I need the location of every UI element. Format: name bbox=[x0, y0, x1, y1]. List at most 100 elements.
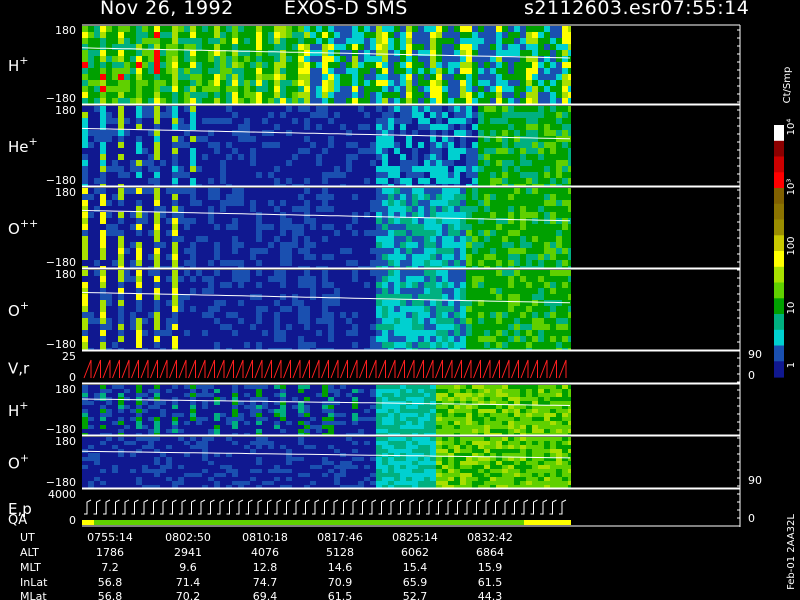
ephemeris-cell: 6864 bbox=[476, 546, 504, 559]
ephemeris-cell: 71.4 bbox=[176, 576, 201, 589]
ephemeris-row-label: MLT bbox=[20, 561, 41, 574]
panel-3: O++180−180 bbox=[8, 186, 740, 269]
ephemeris-cell: 7.2 bbox=[101, 561, 119, 574]
ephemeris-cell: 69.4 bbox=[253, 590, 278, 600]
colorbar-swatch bbox=[774, 282, 784, 299]
panel-1: H+180−180 bbox=[8, 24, 740, 105]
ephemeris-cell: 56.8 bbox=[98, 576, 123, 589]
ephemeris-table: UT ALT MLT InLatMLat 0755:14 1786 7.2 56.856.8 0… bbox=[20, 531, 513, 600]
spectrogram-cells bbox=[82, 270, 571, 350]
colorbar-tick-label: 100 bbox=[786, 236, 797, 255]
panel-ymax-label: 180 bbox=[55, 186, 76, 199]
colorbar-swatch bbox=[774, 156, 784, 173]
ephemeris-cell: 9.6 bbox=[179, 561, 197, 574]
ephemeris-cell: 61.5 bbox=[478, 576, 503, 589]
spectrogram-chart: 10⁴10³100101Ct/SmpH+180−180He+180−180O++… bbox=[8, 24, 797, 600]
colorbar-swatch bbox=[774, 235, 784, 252]
ephemeris-cell: 15.4 bbox=[403, 561, 428, 574]
colorbar-swatch bbox=[774, 203, 784, 221]
panel-ymax-label: 180 bbox=[55, 104, 76, 117]
ephemeris-cell: 70.9 bbox=[328, 576, 353, 589]
colorbar-swatch bbox=[774, 298, 784, 315]
colorbar-tick-label: 10³ bbox=[786, 179, 797, 196]
spectrogram-cells bbox=[82, 106, 571, 186]
ephemeris-cell: 1786 bbox=[96, 546, 124, 559]
panel-2: He+180−180 bbox=[8, 104, 740, 187]
colorbar-swatch bbox=[774, 345, 784, 362]
panel-species-label: O++ bbox=[8, 217, 38, 238]
ephemeris-cell: 0817:46 bbox=[317, 531, 363, 544]
spectrogram-cells bbox=[82, 385, 571, 435]
panel-right-top-label: 90 bbox=[748, 348, 762, 361]
colorbar-unit-label: Ct/Smp bbox=[782, 67, 793, 104]
spectrogram-cells bbox=[82, 437, 571, 488]
ephemeris-cell: 61.5 bbox=[328, 590, 353, 600]
colorbar-swatch bbox=[774, 266, 784, 284]
panel-8: E,pQA40000 0 bbox=[8, 488, 755, 528]
ephemeris-row-label: UT bbox=[20, 531, 35, 544]
ephemeris-cell: 15.9 bbox=[478, 561, 503, 574]
ephemeris-cell: 0802:50 bbox=[165, 531, 211, 544]
panel-right-bottom-label: 0 bbox=[748, 512, 755, 525]
colorbar-swatch bbox=[774, 188, 784, 205]
ephemeris-cell: 12.8 bbox=[253, 561, 278, 574]
qa-bar-good bbox=[94, 520, 524, 525]
ephemeris-row-label: ALT bbox=[20, 546, 39, 559]
colorbar-swatch bbox=[774, 361, 784, 378]
panel-ymax-label: 25 bbox=[62, 350, 76, 363]
ephemeris-cell: 44.3 bbox=[478, 590, 503, 600]
spectrogram-cells bbox=[82, 26, 571, 104]
ephemeris-cell: 4076 bbox=[251, 546, 279, 559]
panel-right-bottom-label: 0 bbox=[748, 369, 755, 382]
panel-species-label: He+ bbox=[8, 135, 38, 156]
velocity-bg bbox=[82, 352, 571, 383]
panel-ymax-label: 180 bbox=[55, 435, 76, 448]
panel-ymax-label: 4000 bbox=[48, 488, 76, 501]
ephemeris-cell: 0825:14 bbox=[392, 531, 438, 544]
ephemeris-cell: 6062 bbox=[401, 546, 429, 559]
colorbar-tick-label: 1 bbox=[786, 362, 797, 368]
ephemeris-cell: 70.2 bbox=[176, 590, 201, 600]
panel-species-label: O+ bbox=[8, 452, 29, 473]
colorbar-swatch bbox=[774, 172, 784, 189]
panel-ymax-label: 180 bbox=[55, 383, 76, 396]
colorbar-tick-label: 10 bbox=[786, 302, 797, 315]
ephemeris-cell: 0832:42 bbox=[467, 531, 513, 544]
colorbar: 10⁴ 10³ 100 10 1 Ct/Smp bbox=[774, 67, 797, 378]
panel-ymax-label: 180 bbox=[55, 24, 76, 37]
panel-species-label: O+ bbox=[8, 299, 29, 320]
ephemeris-cell: 5128 bbox=[326, 546, 354, 559]
ephemeris-cell: 74.7 bbox=[253, 576, 278, 589]
panel-species-label: H+ bbox=[8, 54, 29, 75]
colorbar-swatch bbox=[774, 329, 784, 347]
qa-bar-end bbox=[524, 520, 571, 525]
panel-qa-label: QA bbox=[8, 513, 27, 528]
panel-ymax-label: 180 bbox=[55, 268, 76, 281]
panel-5: V,r250900 bbox=[8, 348, 762, 384]
panel-4: O+180−180 bbox=[8, 268, 740, 351]
spectrogram-cells bbox=[82, 188, 571, 268]
rotated-id-label: Feb-01 2AA32L bbox=[786, 514, 797, 590]
panel-right-bottom-label: 90 bbox=[748, 474, 762, 487]
ephemeris-cell: 0755:14 bbox=[87, 531, 133, 544]
panel-6: H+180−180 bbox=[8, 383, 740, 436]
ephemeris-row-label: MLat bbox=[20, 590, 47, 600]
qa-bar-start bbox=[82, 520, 94, 525]
ephemeris-cell: 2941 bbox=[174, 546, 202, 559]
colorbar-swatch bbox=[774, 125, 784, 142]
panel-species-label: V,r bbox=[8, 360, 30, 378]
ephemeris-cell: 0810:18 bbox=[242, 531, 288, 544]
colorbar-tick-label: 10⁴ bbox=[786, 119, 797, 136]
colorbar-swatch bbox=[774, 314, 784, 331]
ephemeris-cell: 14.6 bbox=[328, 561, 353, 574]
ephemeris-cell: 52.7 bbox=[403, 590, 428, 600]
panel-species-label: H+ bbox=[8, 399, 29, 420]
colorbar-swatch bbox=[774, 219, 784, 236]
ephemeris-row-label: InLat bbox=[20, 576, 48, 589]
panel-7: O+180−180 90 bbox=[8, 435, 762, 489]
colorbar-swatch bbox=[774, 140, 784, 158]
ephemeris-cell: 65.9 bbox=[403, 576, 428, 589]
ephemeris-cell: 56.8 bbox=[98, 590, 123, 600]
panel-ymin-label: 0 bbox=[69, 514, 76, 527]
colorbar-swatch bbox=[774, 251, 784, 268]
